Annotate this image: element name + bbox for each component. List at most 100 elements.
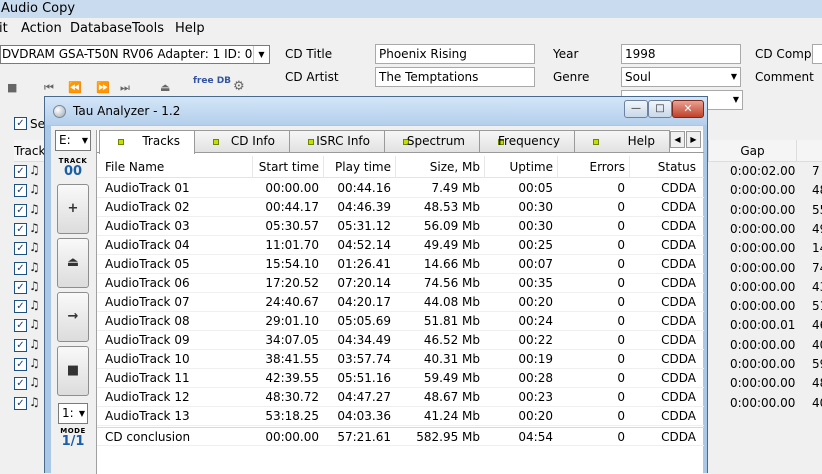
bg-year-field[interactable]: 1998 <box>621 44 741 64</box>
cell-file-name: AudioTrack 03 <box>105 219 190 233</box>
window-titlebar[interactable]: Tau Analyzer - 1.2 — □ ✕ <box>45 97 707 125</box>
table-row[interactable]: AudioTrack 11 42:39.55 05:51.16 59.49 Mb 00:… <box>97 369 704 388</box>
bg-comment-label: Comment <box>755 70 814 84</box>
column-size[interactable]: Size, Mb <box>430 160 480 174</box>
mode-select[interactable]: 1: ▼ <box>58 403 88 424</box>
table-row[interactable]: AudioTrack 03 05:30.57 05:31.12 56.09 Mb 00:… <box>97 217 704 236</box>
cell-status: CDDA <box>661 409 696 423</box>
table-row[interactable]: AudioTrack 08 29:01.10 05:05.69 51.81 Mb 00:… <box>97 312 704 331</box>
bg-track-checkbox[interactable]: ✓ <box>14 338 27 352</box>
minimize-button[interactable]: — <box>624 100 648 118</box>
bg-track-checkbox[interactable]: ✓ <box>14 184 27 198</box>
table-row[interactable]: AudioTrack 06 17:20.52 07:20.14 74.56 Mb 00:… <box>97 274 704 293</box>
bg-track-checkbox[interactable]: ✓ <box>14 300 27 314</box>
cell-size: 59.49 Mb <box>423 371 480 385</box>
bg-gap-header-label: Gap <box>740 144 765 158</box>
bg-edge-cell: 51 <box>812 299 822 314</box>
bg-track-checkbox[interactable]: ✓ <box>14 358 27 371</box>
stop-icon: ■ <box>66 363 80 378</box>
bg-track-checkbox[interactable]: ✓ <box>14 319 27 333</box>
table-row[interactable]: AudioTrack 09 34:07.05 04:34.49 46.52 Mb 00:… <box>97 331 704 350</box>
bg-track-checkbox[interactable]: ✓ <box>14 261 27 275</box>
cell-status: CDDA <box>661 181 696 195</box>
bg-cd-artist-label: CD Artist <box>285 70 339 84</box>
bg-track-checkbox[interactable]: ✓ <box>14 280 27 294</box>
cell-status: CDDA <box>661 371 696 385</box>
table-row[interactable]: AudioTrack 05 15:54.10 01:26.41 14.66 Mb 00:… <box>97 255 704 274</box>
skip-forward-icon[interactable]: ⏭ <box>120 81 130 95</box>
skip-back-icon[interactable]: ⏮ <box>44 81 54 95</box>
bg-track-checkbox[interactable]: ✓ <box>14 396 27 410</box>
bg-composer-field[interactable] <box>812 44 822 64</box>
bg-drive-select[interactable]: DVDRAM GSA-T50N RV06 Adapter: 1 ID: 0 ▼ <box>0 45 270 64</box>
drive-select[interactable]: E: ▼ <box>55 130 91 151</box>
led-icon <box>213 139 219 145</box>
bg-track-checkbox[interactable]: ✓ <box>14 242 27 256</box>
table-row[interactable]: AudioTrack 07 24:40.67 04:20.17 44.08 Mb 00:… <box>97 293 704 312</box>
table-row[interactable]: AudioTrack 01 00:00.00 00:44.16 7.49 Mb 00:0… <box>97 179 704 198</box>
column-play-time[interactable]: Play time <box>335 160 391 174</box>
close-button[interactable]: ✕ <box>672 100 704 118</box>
column-start-time[interactable]: Start time <box>259 160 319 174</box>
stop-button[interactable]: ■ <box>57 346 89 396</box>
bg-track-checkbox[interactable]: ✓ <box>14 165 27 178</box>
tab-tracks[interactable]: Tracks <box>99 130 195 154</box>
rewind-icon[interactable]: ⏪ <box>68 81 82 94</box>
cell-start-time: 42:39.55 <box>265 371 319 385</box>
tab-help[interactable]: Help <box>574 130 670 153</box>
tab-scroll-right-icon[interactable]: ▶ <box>686 131 701 148</box>
tab-scroll-left-icon[interactable]: ◀ <box>670 131 685 148</box>
bg-cd-title-field[interactable]: Phoenix Rising <box>375 44 535 64</box>
cell-size: 41.24 Mb <box>423 409 480 423</box>
tab-spectrum[interactable]: Spectrum <box>384 130 480 153</box>
bg-menu-database[interactable]: Database <box>70 21 132 36</box>
column-uptime[interactable]: Uptime <box>509 160 553 174</box>
cell-status: CDDA <box>661 276 696 290</box>
bg-cd-artist-field[interactable]: The Temptations <box>375 67 535 87</box>
column-errors[interactable]: Errors <box>589 160 625 174</box>
bg-genre-select[interactable]: Soul ▼ <box>621 67 741 87</box>
network-icon[interactable]: ⚙ <box>233 79 245 94</box>
summary-row[interactable]: CD conclusion 00:00.00 57:21.61 582.95 Mb 04… <box>97 427 704 446</box>
bg-gap-cell: 0:00:00.00 <box>730 376 796 391</box>
cell-errors: 0 <box>617 238 625 252</box>
drive-select-value: E: <box>59 133 71 147</box>
tab-frequency[interactable]: Frequency <box>479 130 575 153</box>
bg-track-checkbox[interactable]: ✓ <box>14 222 27 236</box>
bg-edge-cell: 74 <box>812 260 822 275</box>
bg-menu-help[interactable]: Help <box>175 21 205 36</box>
fast-forward-icon[interactable]: ⏩ <box>96 81 110 94</box>
cell-play-time: 05:05.69 <box>337 314 391 328</box>
bg-menu-tools[interactable]: Tools <box>132 21 164 36</box>
cell-errors: 0 <box>617 257 625 271</box>
column-file-name[interactable]: File Name <box>105 160 164 174</box>
bg-menu-edit[interactable]: it <box>0 21 8 36</box>
maximize-button[interactable]: □ <box>648 100 672 118</box>
next-button[interactable]: → <box>57 292 89 342</box>
table-row[interactable]: AudioTrack 10 38:41.55 03:57.74 40.31 Mb 00:… <box>97 350 704 369</box>
cell-play-time: 04:34.49 <box>337 333 391 347</box>
bg-select-checkbox[interactable]: ✓ <box>14 117 27 130</box>
cell-errors: 0 <box>617 181 625 195</box>
eject-button[interactable]: ⏏ <box>57 238 89 288</box>
tau-analyzer-window: Tau Analyzer - 1.2 — □ ✕ E: ▼ TRACK 00 +… <box>44 96 708 474</box>
table-row[interactable]: AudioTrack 13 53:18.25 04:03.36 41.24 Mb 00:… <box>97 407 704 426</box>
bg-gap-cell: 0:00:00.00 <box>730 337 796 352</box>
eject-icon[interactable]: ⏏ <box>160 81 170 94</box>
table-row[interactable]: AudioTrack 12 48:30.72 04:47.27 48.67 Mb 00:… <box>97 388 704 407</box>
bg-track-checkbox[interactable]: ✓ <box>14 377 27 391</box>
add-button[interactable]: + <box>57 184 89 234</box>
tab-isrc-info[interactable]: ISRC Info <box>289 130 385 153</box>
table-row[interactable]: AudioTrack 04 11:01.70 04:52.14 49.49 Mb 00:… <box>97 236 704 255</box>
tab-cd-info[interactable]: CD Info <box>194 130 290 153</box>
cell-file-name: AudioTrack 08 <box>105 314 190 328</box>
bg-track-checkbox[interactable]: ✓ <box>14 203 27 217</box>
bg-gap-cell: 0:00:00.00 <box>730 221 796 236</box>
table-row[interactable]: AudioTrack 02 00:44.17 04:46.39 48.53 Mb 00:… <box>97 198 704 217</box>
bg-edge-cell: 48 <box>812 183 822 198</box>
tab-label: Spectrum <box>406 134 465 148</box>
freedb-icon[interactable]: free DB <box>193 77 231 86</box>
column-status[interactable]: Status <box>658 160 696 174</box>
bg-menu-action[interactable]: Action <box>21 21 62 36</box>
stop-icon[interactable]: ■ <box>7 81 17 94</box>
